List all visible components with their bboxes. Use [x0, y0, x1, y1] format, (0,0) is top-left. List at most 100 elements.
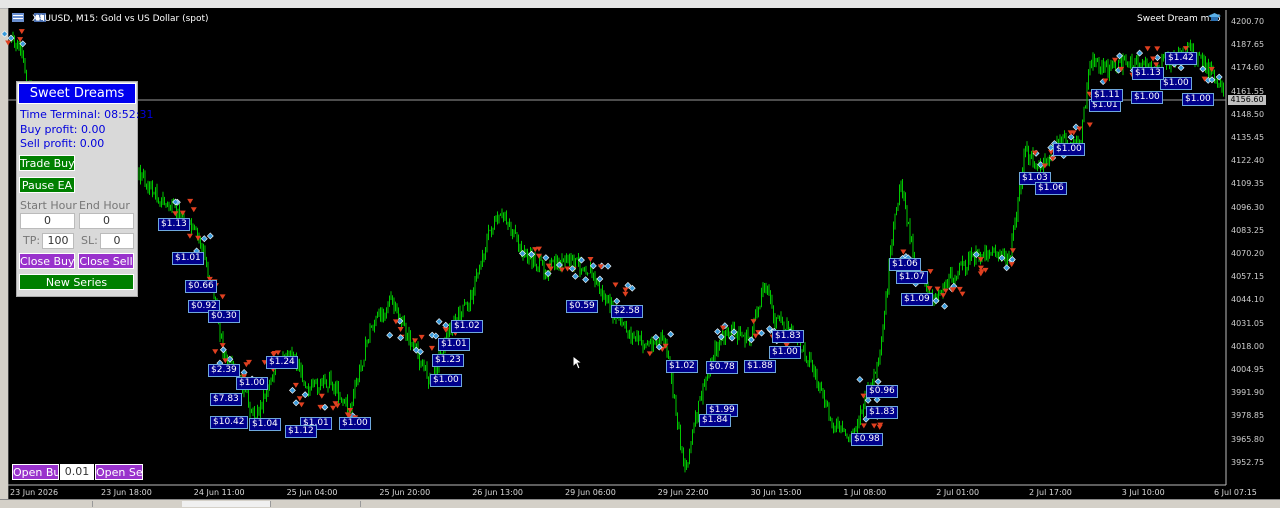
- chart-menu-icon[interactable]: [12, 13, 24, 22]
- trade-profit-label: $10.42: [210, 416, 248, 429]
- close-buy-button[interactable]: Close Buy: [19, 253, 75, 269]
- price-tick-label: 4031.05: [1231, 318, 1265, 328]
- time-tick-label: 30 Jun 15:00: [750, 488, 802, 497]
- end-hour-input[interactable]: 0: [79, 213, 134, 229]
- trade-profit-label: $1.13: [158, 218, 190, 231]
- buy-arrow-icon: [301, 391, 309, 399]
- trade-profit-label: $0.59: [566, 300, 598, 313]
- chart-tab[interactable]: [92, 501, 183, 507]
- trade-profit-label: $1.04: [249, 418, 281, 431]
- price-tick-label: 4018.00: [1231, 341, 1265, 351]
- sell-arrow-icon: [558, 267, 565, 273]
- price-tick-label: 4135.45: [1231, 133, 1265, 142]
- buy-arrow-icon: [1003, 264, 1011, 272]
- sell-arrow-icon: [752, 333, 759, 339]
- time-tick-label: 29 Jun 22:00: [657, 488, 709, 497]
- start-hour-label: Start Hour: [20, 199, 77, 212]
- chart-tab-active[interactable]: [182, 501, 271, 507]
- time-tick-label: 2 Jul 01:00: [936, 488, 980, 497]
- sell-arrow-icon: [926, 286, 933, 292]
- price-tick-label: 4122.40: [1231, 156, 1265, 166]
- time-tick-label: 29 Jun 06:00: [565, 488, 616, 497]
- price-tick-label: 4096.30: [1231, 202, 1265, 212]
- sell-arrow-icon: [5, 40, 12, 46]
- trade-profit-label: $0.96: [866, 385, 898, 398]
- trade-profit-label: $1.00: [339, 417, 371, 430]
- buy-arrow-icon: [289, 386, 296, 394]
- sl-label: SL:: [81, 234, 98, 247]
- trade-profit-label: $1.88: [744, 360, 776, 373]
- pause-ea-button[interactable]: Pause EA: [19, 177, 75, 193]
- tp-input[interactable]: 100: [42, 233, 74, 249]
- end-hour-label: End Hour: [79, 199, 130, 212]
- trade-buy-button[interactable]: Trade Buy: [19, 155, 75, 171]
- buy-arrow-icon: [864, 396, 872, 404]
- sell-arrow-icon: [219, 294, 226, 300]
- buy-arrow-icon: [542, 254, 550, 262]
- sell-arrow-icon: [172, 211, 179, 217]
- open-buy-button[interactable]: Open Buy: [12, 464, 59, 480]
- trade-profit-label: $1.01: [172, 252, 204, 265]
- buy-arrow-icon: [856, 376, 864, 383]
- trade-profit-label: $2.39: [208, 364, 240, 377]
- sell-arrow-icon: [927, 269, 934, 275]
- close-sell-button[interactable]: Close Sell: [78, 253, 134, 269]
- buy-arrow-icon: [578, 256, 585, 264]
- sell-arrow-icon: [292, 382, 299, 388]
- sell-arrow-icon: [212, 349, 219, 355]
- price-tick-label: 3965.80: [1231, 434, 1265, 444]
- buy-arrow-icon: [571, 272, 579, 280]
- lot-size-input[interactable]: 0.01: [60, 464, 94, 480]
- panel-title: Sweet Dreams: [18, 83, 136, 104]
- chart-title: XAUUSD, M15: Gold vs US Dollar (spot): [32, 14, 209, 24]
- sell-arrow-icon: [860, 423, 867, 429]
- mouse-cursor-icon: [572, 355, 582, 370]
- sell-arrow-icon: [296, 396, 303, 402]
- time-tick-label: 1 Jul 08:00: [843, 488, 887, 497]
- trade-profit-label: $1.02: [451, 320, 483, 333]
- trade-profit-label: $1.00: [430, 374, 462, 387]
- sell-arrow-icon: [1076, 126, 1083, 132]
- buy-arrow-icon: [1177, 64, 1185, 72]
- sell-arrow-icon: [646, 351, 653, 357]
- sell-arrow-icon: [418, 334, 425, 340]
- graduation-hat-icon[interactable]: [1208, 12, 1221, 23]
- trade-profit-label: $1.00: [1053, 143, 1085, 156]
- price-tick-label: 4083.25: [1231, 225, 1265, 235]
- chart-tab[interactable]: [270, 501, 361, 507]
- buy-arrow-icon: [206, 232, 214, 240]
- trade-profit-label: $1.09: [901, 293, 933, 306]
- price-tick-label: 4200.70: [1231, 17, 1265, 26]
- open-sell-button[interactable]: Open Sell: [95, 464, 143, 480]
- trade-profit-label: $1.00: [1182, 93, 1214, 106]
- buy-arrow-icon: [435, 318, 443, 326]
- sell-arrow-icon: [942, 288, 949, 294]
- chart-tab[interactable]: [0, 501, 93, 507]
- price-tick-label: 4187.65: [1231, 40, 1265, 50]
- sell-arrow-icon: [1144, 46, 1151, 52]
- sl-input[interactable]: 0: [100, 233, 134, 249]
- trade-profit-label: $1.06: [1035, 182, 1067, 195]
- price-tick-label: 4174.60: [1231, 63, 1265, 73]
- buy-profit-text: Buy profit: 0.00: [20, 123, 106, 136]
- time-tick-label: 2 Jul 17:00: [1029, 488, 1072, 497]
- buy-arrow-icon: [386, 331, 394, 339]
- trade-profit-label: $1.23: [432, 354, 464, 367]
- current-price-tag: 4156.60: [1228, 95, 1266, 105]
- price-tick-label: 4044.10: [1231, 295, 1265, 305]
- start-hour-input[interactable]: 0: [20, 213, 75, 229]
- new-series-button[interactable]: New Series: [19, 274, 134, 290]
- sell-arrow-icon: [412, 338, 419, 344]
- trade-profit-label: $1.13: [1132, 67, 1164, 80]
- sell-arrow-icon: [587, 257, 594, 263]
- buy-arrow-icon: [604, 262, 612, 270]
- buy-arrow-icon: [292, 399, 300, 407]
- buy-arrow-icon: [667, 330, 675, 338]
- trade-profit-label: $1.42: [1165, 52, 1197, 65]
- buy-arrow-icon: [717, 333, 725, 341]
- price-tick-label: 4070.20: [1231, 249, 1265, 258]
- time-tick-label: 23 Jun 2026: [10, 488, 59, 497]
- buy-arrow-icon: [941, 302, 949, 310]
- sell-arrow-icon: [186, 233, 193, 239]
- trade-profit-label: $1.84: [699, 414, 731, 427]
